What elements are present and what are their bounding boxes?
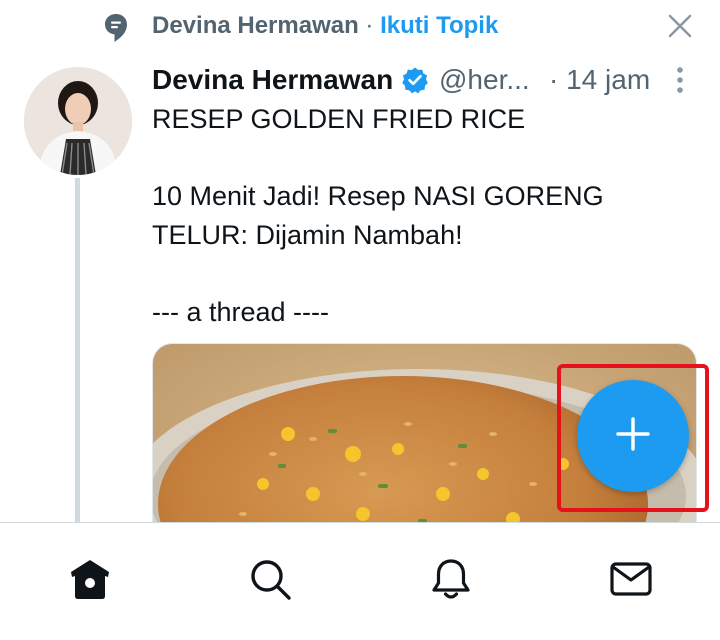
topic-label: Devina Hermawan · Ikuti Topik xyxy=(152,10,498,42)
tweet-line-description: 10 Menit Jadi! Resep NASI GORENG TELUR: … xyxy=(152,181,611,250)
mail-icon xyxy=(609,557,653,606)
home-icon xyxy=(68,557,112,606)
bell-icon xyxy=(429,557,473,606)
author-name[interactable]: Devina Hermawan xyxy=(152,62,393,98)
more-vertical-icon[interactable] xyxy=(669,64,691,96)
topic-speech-bubble-icon xyxy=(103,12,129,44)
nav-search[interactable] xyxy=(248,559,292,603)
follow-topic-button[interactable]: Ikuti Topik xyxy=(380,12,498,39)
bottom-nav xyxy=(0,522,720,640)
author-handle[interactable]: @her... xyxy=(439,62,530,98)
tweet-line-title: RESEP GOLDEN FRIED RICE xyxy=(152,104,526,134)
thread-line xyxy=(75,178,80,523)
search-icon xyxy=(248,557,292,606)
nav-messages[interactable] xyxy=(609,559,653,603)
topic-name[interactable]: Devina Hermawan xyxy=(152,12,359,39)
topic-context-bar: Devina Hermawan · Ikuti Topik xyxy=(0,0,720,52)
tweet-timestamp[interactable]: · 14 jam xyxy=(549,62,650,98)
nav-home[interactable] xyxy=(68,559,112,603)
highlight-box xyxy=(557,364,709,512)
verified-badge-icon xyxy=(401,66,429,94)
tweet-text[interactable]: RESEP GOLDEN FRIED RICE 10 Menit Jadi! R… xyxy=(152,100,692,331)
nav-notifications[interactable] xyxy=(429,557,473,606)
avatar[interactable] xyxy=(24,67,132,175)
tweet-line-thread: --- a thread ---- xyxy=(152,296,330,327)
close-icon[interactable] xyxy=(664,10,696,42)
topic-separator: · xyxy=(358,12,381,39)
